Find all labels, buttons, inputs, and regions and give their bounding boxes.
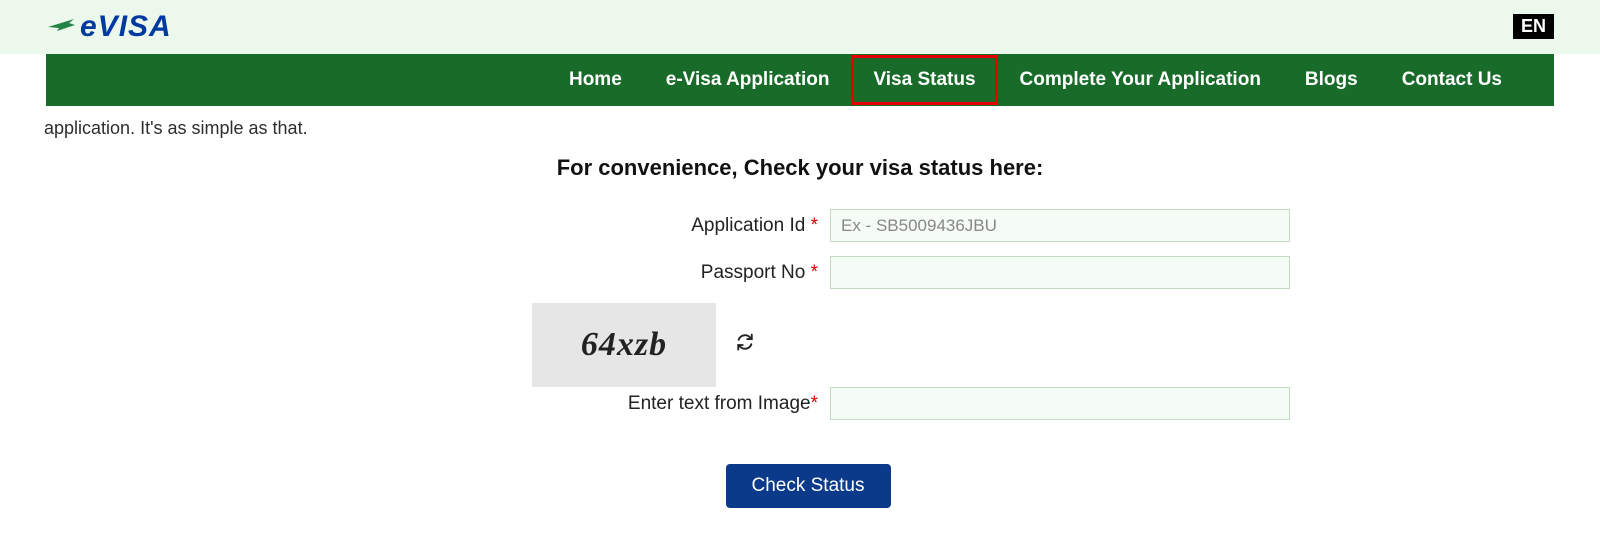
logo[interactable]: eVISA [46, 10, 172, 44]
required-mark: * [811, 393, 818, 414]
nav-visa-status[interactable]: Visa Status [851, 55, 997, 105]
captcha-container: 64xzb [532, 303, 992, 387]
nav-contact[interactable]: Contact Us [1380, 55, 1524, 105]
required-mark: * [811, 262, 818, 283]
required-mark: * [811, 215, 818, 236]
application-id-input[interactable] [830, 209, 1290, 242]
passport-no-input[interactable] [830, 256, 1290, 289]
passport-no-label: Passport No * [310, 262, 830, 284]
nav-blogs[interactable]: Blogs [1283, 55, 1380, 105]
application-id-label: Application Id * [310, 215, 830, 237]
nav-complete-application[interactable]: Complete Your Application [998, 55, 1283, 105]
top-bar: eVISA EN [0, 0, 1600, 54]
form-heading: For convenience, Check your visa status … [0, 155, 1600, 181]
nav-evisa-application[interactable]: e-Visa Application [644, 55, 852, 105]
language-selector[interactable]: EN [1513, 14, 1554, 39]
truncated-paragraph: application. It's as simple as that. [0, 106, 1600, 139]
refresh-icon[interactable] [736, 333, 754, 357]
navbar: Home e-Visa Application Visa Status Comp… [46, 54, 1554, 106]
captcha-input-label: Enter text from Image* [310, 393, 830, 415]
airplane-icon [46, 11, 78, 44]
visa-status-form: For convenience, Check your visa status … [0, 139, 1600, 538]
logo-text: eVISA [80, 10, 172, 44]
nav-home[interactable]: Home [547, 55, 644, 105]
captcha-input[interactable] [830, 387, 1290, 420]
check-status-button[interactable]: Check Status [726, 464, 891, 508]
captcha-image: 64xzb [532, 303, 716, 387]
